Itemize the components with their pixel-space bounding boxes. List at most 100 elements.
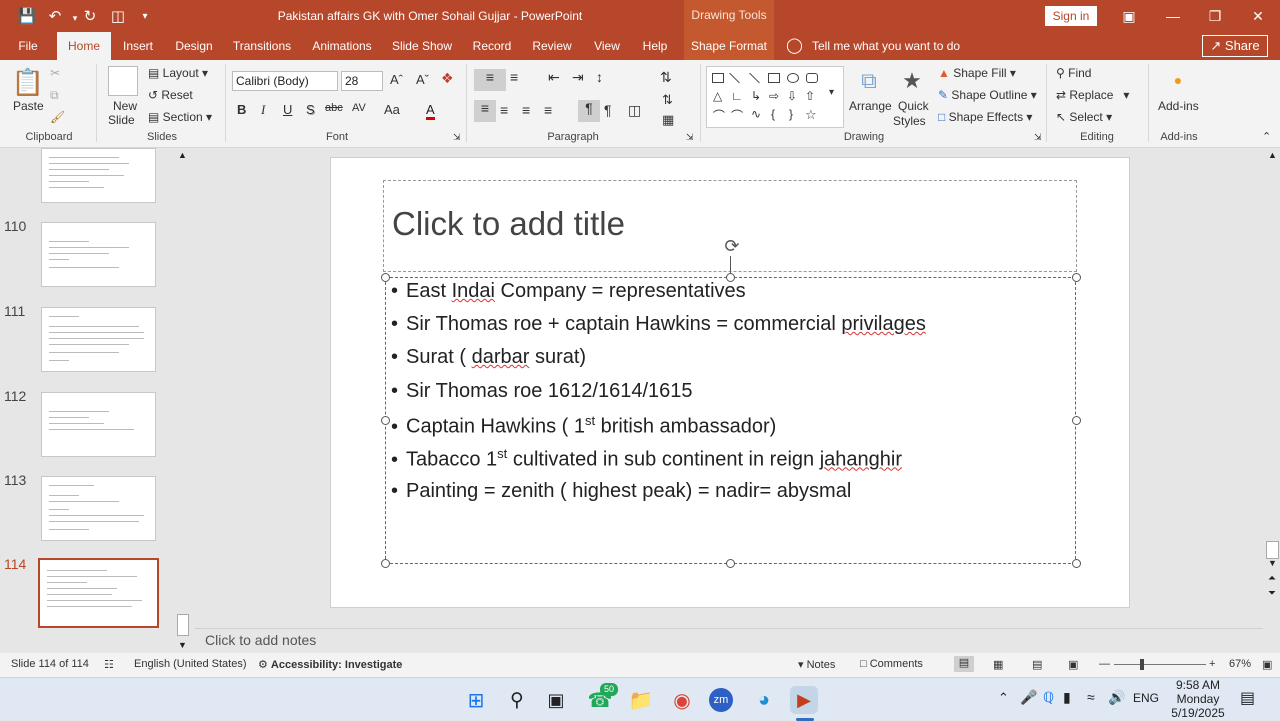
font-dialog-launcher-icon[interactable]: ⇲ [453, 132, 461, 143]
bluetooth-icon[interactable]: ℚ [1043, 689, 1054, 706]
share-button[interactable]: ↗ Share [1202, 35, 1268, 57]
bullet-item[interactable]: • Sir Thomas roe 1612/1614/1615 [391, 380, 693, 410]
quick-styles-label[interactable]: Quick [898, 99, 929, 113]
clear-formatting-icon[interactable]: ❖ [441, 70, 454, 87]
spellcheck-icon[interactable]: ☷ [104, 658, 114, 671]
task-view-icon[interactable]: ▣ [542, 686, 570, 714]
align-center-icon[interactable]: ≡ [500, 102, 508, 118]
slide-sorter-icon[interactable]: ▦ [993, 658, 1003, 671]
brace-left-shape-icon[interactable]: { [771, 107, 775, 121]
scroll-thumb[interactable] [177, 614, 189, 636]
elbow-connector-icon[interactable]: ∟ [731, 89, 743, 103]
gallery-more-icon[interactable]: ▾ [829, 87, 834, 98]
battery-icon[interactable]: ▮ [1063, 689, 1071, 706]
resize-handle[interactable] [381, 559, 390, 568]
tab-animations[interactable]: Animations [308, 32, 376, 60]
copy-icon[interactable]: ⧉ [50, 88, 59, 103]
notes-button[interactable]: ▾ Notes [798, 658, 835, 671]
quick-styles-icon[interactable]: ★ [899, 68, 925, 94]
align-text-icon[interactable]: ⇅ [662, 92, 673, 108]
paste-button[interactable]: Paste [13, 99, 44, 113]
tab-help[interactable]: Help [638, 32, 672, 60]
redo-icon[interactable]: ↻ [80, 6, 100, 26]
present-icon[interactable]: ◫ [108, 6, 128, 26]
resize-handle[interactable] [726, 559, 735, 568]
increase-indent-icon[interactable]: ⇥ [572, 69, 584, 86]
shape-outline-button[interactable]: ✎ Shape Outline ▾ [938, 88, 1037, 102]
slide-thumbnail[interactable] [41, 476, 156, 541]
font-family-select[interactable]: Calibri (Body) [232, 71, 338, 91]
align-right-icon[interactable]: ≡ [522, 102, 530, 118]
shrink-font-icon[interactable]: Aˇ [416, 72, 429, 87]
accessibility-status[interactable]: ⚙ Accessibility: Investigate [258, 658, 402, 671]
reset-button[interactable]: ↺ Reset [148, 88, 193, 102]
shape-effects-button[interactable]: □ Shape Effects ▾ [938, 110, 1032, 124]
tab-slide-show[interactable]: Slide Show [390, 32, 454, 60]
smartart-icon[interactable]: ▦ [662, 112, 674, 128]
quick-styles-label-2[interactable]: Styles [893, 114, 926, 128]
scroll-up-icon[interactable]: ▲ [178, 150, 187, 160]
tab-record[interactable]: Record [468, 32, 516, 60]
tab-transitions[interactable]: Transitions [230, 32, 294, 60]
notification-center-icon[interactable]: ▤ [1240, 688, 1255, 708]
drawing-dialog-launcher-icon[interactable]: ⇲ [1034, 132, 1042, 143]
slideshow-view-icon[interactable]: ▣ [1068, 658, 1078, 671]
slide-thumbnail[interactable] [41, 307, 156, 372]
bullets-icon[interactable]: ≡ [474, 69, 506, 91]
zoom-app-icon[interactable]: zm [709, 688, 733, 712]
edge-icon[interactable]: ◕ [750, 686, 778, 714]
slide-thumbnail[interactable] [41, 222, 156, 287]
textbox-shape-icon[interactable] [712, 73, 724, 83]
bullet-item[interactable]: • Sir Thomas roe + captain Hawkins = comm… [391, 313, 926, 343]
format-painter-icon[interactable]: 🖌 [50, 110, 65, 124]
cut-icon[interactable]: ✂ [50, 66, 60, 80]
slide-thumbnail-current[interactable] [38, 558, 159, 628]
find-button[interactable]: ⚲ Find [1056, 66, 1091, 80]
save-icon[interactable]: 💾 [17, 6, 37, 26]
arrow-shape-icon[interactable] [749, 72, 760, 84]
content-placeholder[interactable]: • East Indai Company = representatives • S… [385, 277, 1076, 564]
scroll-down-icon[interactable]: ▼ [178, 640, 187, 650]
bullet-item[interactable]: • Tabacco 1st cultivated in sub continent… [391, 446, 902, 476]
bullet-item[interactable]: • Surat ( darbar surat) [391, 346, 586, 376]
tell-me-search[interactable]: Tell me what you want to do [812, 32, 962, 60]
zoom-slider[interactable] [1114, 664, 1206, 665]
zoom-in-icon[interactable]: + [1209, 658, 1215, 670]
brace-right-shape-icon[interactable]: } [789, 107, 793, 121]
oval-shape-icon[interactable] [787, 73, 799, 83]
new-slide-label-2[interactable]: Slide [108, 113, 135, 127]
numbering-icon[interactable]: ≡ [510, 69, 518, 85]
paragraph-dialog-launcher-icon[interactable]: ⇲ [686, 132, 694, 143]
decrease-indent-icon[interactable]: ⇤ [548, 69, 560, 86]
tab-home[interactable]: Home [57, 32, 111, 60]
align-left-icon[interactable]: ≡ [474, 100, 496, 122]
fit-to-window-icon[interactable]: ▣ [1262, 658, 1272, 671]
shape-fill-button[interactable]: ▲ Shape Fill ▾ [938, 66, 1016, 80]
shadow-button[interactable]: S [306, 102, 315, 117]
minimize-icon[interactable]: — [1162, 5, 1184, 27]
resize-handle[interactable] [381, 416, 390, 425]
change-case-button[interactable]: Aa [384, 102, 400, 117]
underline-button[interactable]: U [283, 102, 292, 117]
notes-pane[interactable]: Click to add notes [195, 628, 1263, 653]
resize-handle[interactable] [1072, 273, 1081, 282]
section-button[interactable]: ▤ Section ▾ [148, 110, 212, 124]
addins-icon[interactable]: ● [1170, 72, 1186, 88]
slide-thumbnail[interactable] [41, 148, 156, 203]
layout-button[interactable]: ▤ Layout ▾ [148, 66, 208, 80]
tab-shape-format[interactable]: Shape Format [684, 32, 774, 60]
zoom-level[interactable]: 67% [1229, 658, 1251, 670]
language-status[interactable]: English (United States) [134, 658, 247, 670]
scribble-shape-icon[interactable]: ∿ [751, 107, 761, 121]
replace-button[interactable]: ⇄ Replace ▾ [1056, 88, 1129, 102]
microphone-icon[interactable]: 🎤 [1020, 689, 1037, 706]
char-spacing-button[interactable]: AV [352, 102, 366, 114]
tab-file[interactable]: File [10, 32, 46, 60]
volume-icon[interactable]: 🔊 [1108, 689, 1125, 706]
font-color-button[interactable]: A [426, 102, 435, 120]
bullet-item[interactable]: • East Indai Company = representatives [391, 280, 746, 310]
clock-date[interactable]: 5/19/2025 [1168, 706, 1228, 720]
curve-shape-icon[interactable]: ⌒ [713, 107, 725, 124]
scroll-thumb[interactable] [1266, 541, 1279, 559]
new-slide-label[interactable]: New [113, 99, 137, 113]
